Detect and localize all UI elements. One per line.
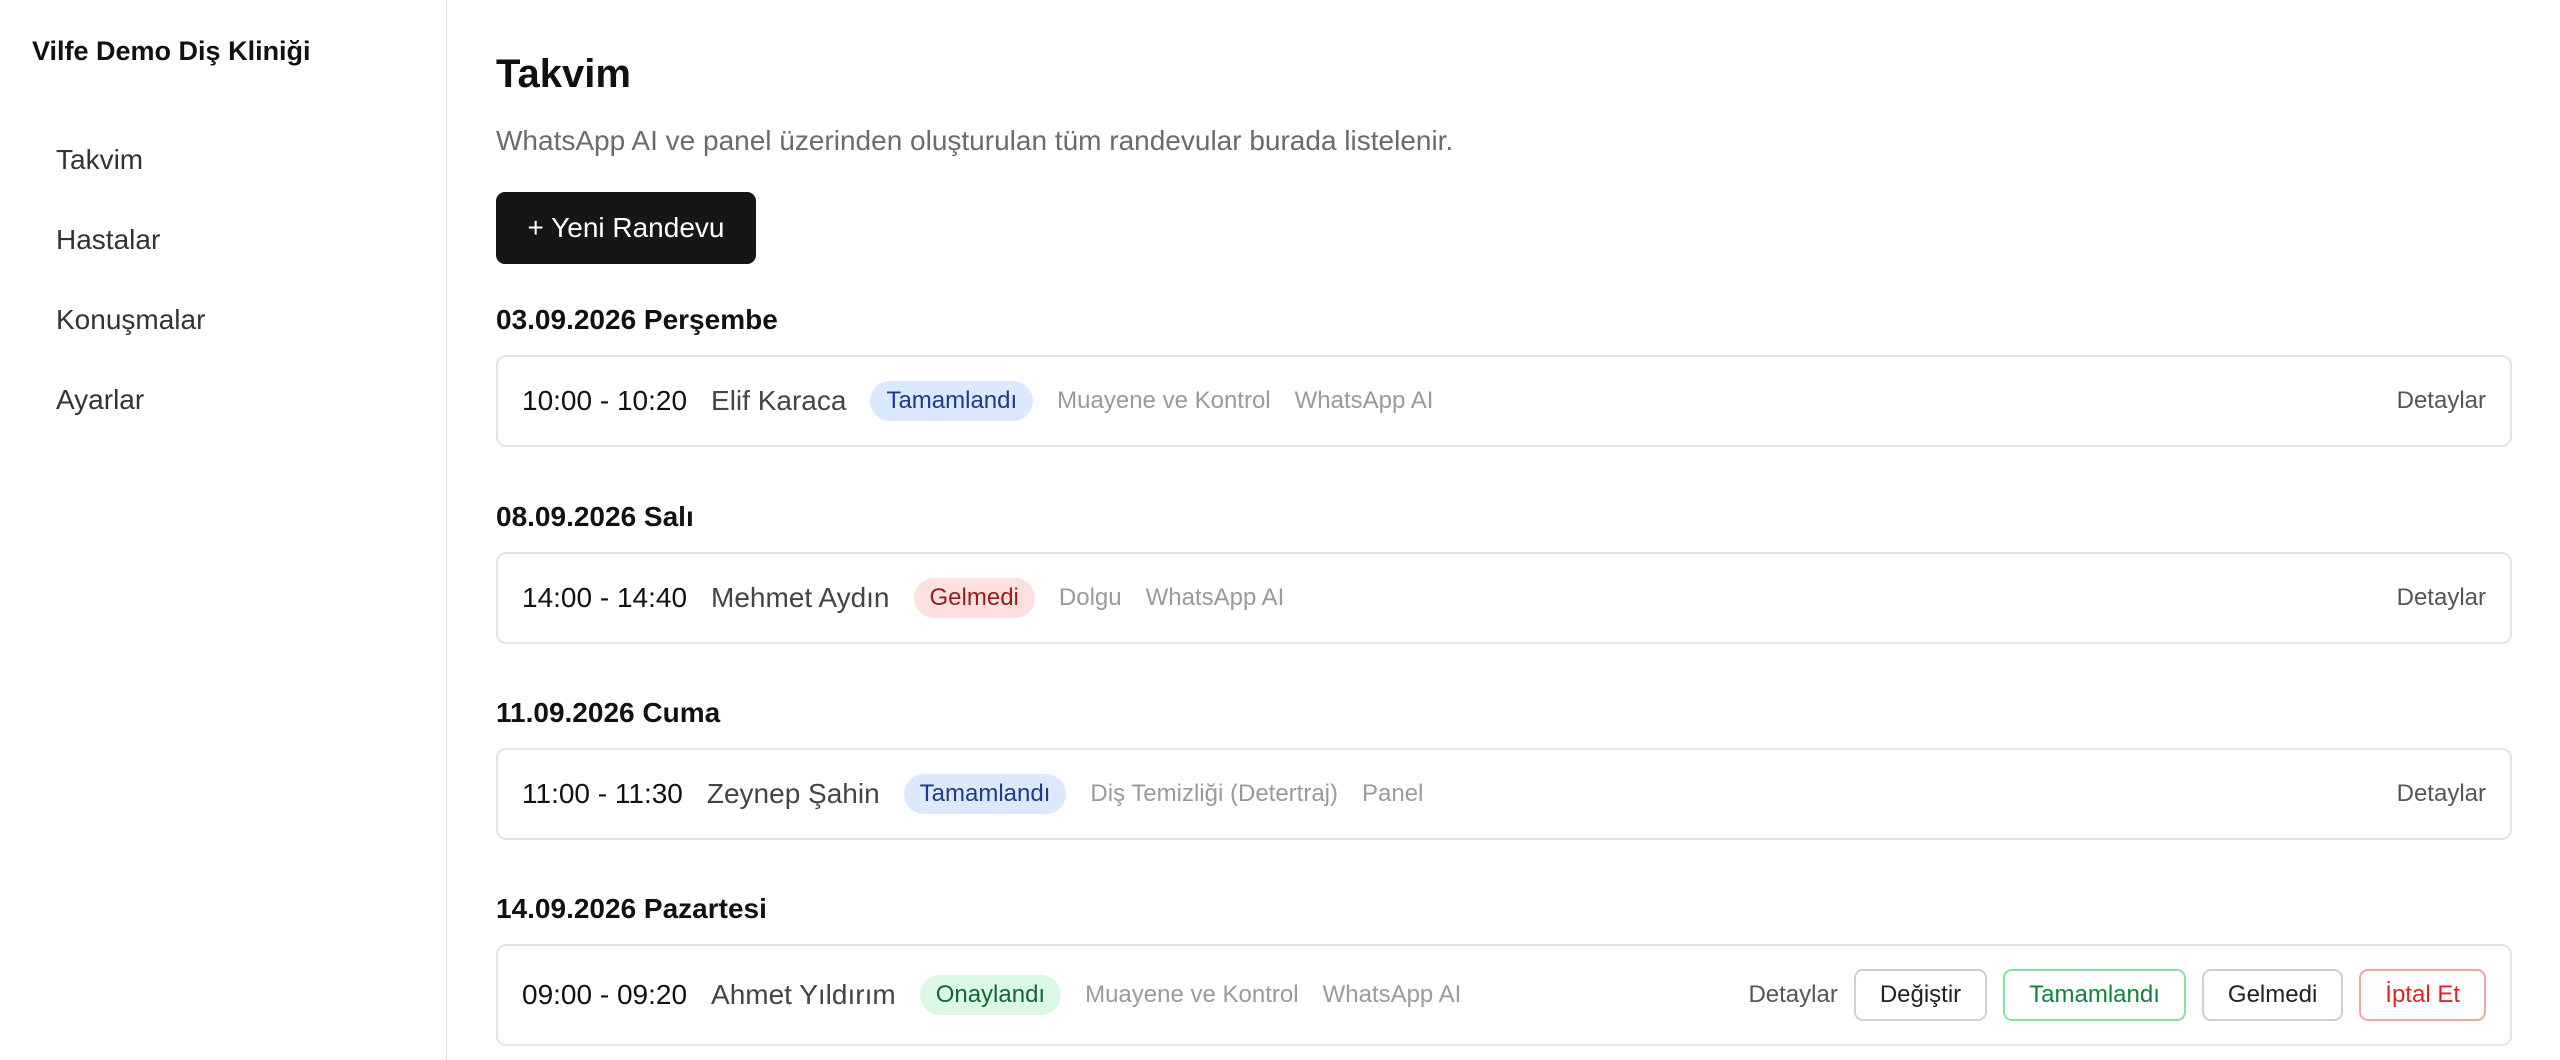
patient-name: Zeynep Şahin	[706, 778, 880, 809]
appointment-source: Panel	[1362, 780, 1424, 807]
appointment-time: 10:00 - 10:20	[522, 385, 688, 416]
patient-name: Mehmet Aydın	[711, 582, 890, 613]
status-badge: Tamamlandı	[870, 381, 1034, 421]
day-heading: 03.09.2026 Perşembe	[496, 304, 778, 335]
details-link[interactable]: Detaylar	[2397, 584, 2486, 612]
main-content: Takvim WhatsApp AI ve panel üzerinden ol…	[496, 0, 2512, 1060]
change-button[interactable]: Değiştir	[1853, 969, 1988, 1021]
appointment-source: WhatsApp AI	[1294, 387, 1434, 414]
page-subtitle: WhatsApp AI ve panel üzerinden oluşturul…	[496, 125, 1454, 156]
status-badge: Tamamlandı	[903, 774, 1067, 814]
details-link[interactable]: Detaylar	[2397, 387, 2486, 415]
treatment-type: Diş Temizliği (Detertraj)	[1090, 780, 1338, 807]
treatment-type: Dolgu	[1058, 584, 1122, 611]
sidebar-item-hastalar[interactable]: Hastalar	[32, 200, 416, 280]
appointment-time: 14:00 - 14:40	[522, 582, 688, 613]
complete-button[interactable]: Tamamlandı	[2003, 969, 2186, 1021]
sidebar-item-takvim[interactable]: Takvim	[32, 120, 416, 200]
details-link[interactable]: Detaylar	[1748, 981, 1837, 1009]
appointment-source: WhatsApp AI	[1322, 981, 1462, 1008]
patient-name: Ahmet Yıldırım	[711, 979, 896, 1010]
sidebar-item-ayarlar[interactable]: Ayarlar	[32, 360, 416, 440]
no-show-button[interactable]: Gelmedi	[2201, 969, 2344, 1021]
new-appointment-button[interactable]: + Yeni Randevu	[496, 192, 756, 264]
clinic-name: Vilfe Demo Diş Kliniği	[32, 36, 311, 66]
status-badge: Onaylandı	[919, 975, 1062, 1015]
treatment-type: Muayene ve Kontrol	[1057, 387, 1271, 414]
day-heading: 11.09.2026 Cuma	[496, 697, 721, 728]
details-link[interactable]: Detaylar	[2397, 780, 2486, 808]
sidebar-item-konusmalar[interactable]: Konuşmalar	[32, 280, 416, 360]
day-heading: 08.09.2026 Salı	[496, 501, 694, 532]
sidebar-nav: Takvim Hastalar Konuşmalar Ayarlar	[32, 120, 416, 440]
patient-name: Elif Karaca	[711, 385, 847, 416]
appointment-card[interactable]: 14:00 - 14:40 Mehmet Aydın Gelmedi Dolgu…	[496, 552, 2512, 644]
appointment-time: 11:00 - 11:30	[522, 778, 683, 809]
cancel-appointment-button[interactable]: İptal Et	[2359, 969, 2486, 1021]
day-heading: 14.09.2026 Pazartesi	[496, 893, 767, 924]
sidebar: Vilfe Demo Diş Kliniği Takvim Hastalar K…	[0, 0, 447, 1060]
appointment-card[interactable]: 11:00 - 11:30 Zeynep Şahin Tamamlandı Di…	[496, 748, 2512, 840]
page-title: Takvim	[496, 52, 631, 96]
appointment-card[interactable]: 09:00 - 09:20 Ahmet Yıldırım Onaylandı M…	[496, 944, 2512, 1046]
appointment-source: WhatsApp AI	[1145, 584, 1285, 611]
treatment-type: Muayene ve Kontrol	[1085, 981, 1299, 1008]
appointment-time: 09:00 - 09:20	[522, 979, 688, 1010]
status-badge: Gelmedi	[913, 578, 1035, 618]
appointment-card[interactable]: 10:00 - 10:20 Elif Karaca Tamamlandı Mua…	[496, 355, 2512, 447]
